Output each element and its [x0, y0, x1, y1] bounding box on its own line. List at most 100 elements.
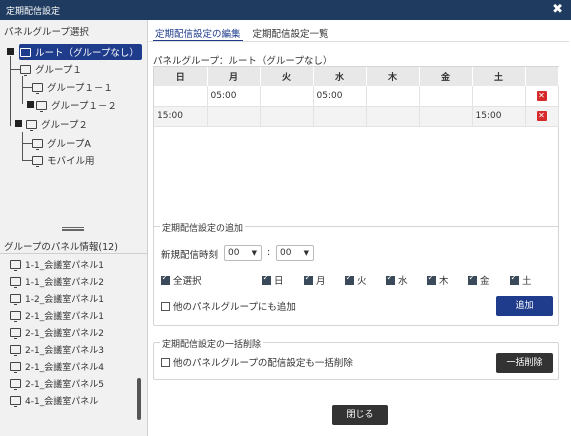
checkbox-fri[interactable]: 金 [468, 273, 490, 287]
list-item[interactable]: 4-1_会議室パネル [10, 392, 98, 408]
checkbox-empty-icon [161, 301, 170, 311]
check-icon [262, 273, 271, 285]
checkbox-mon[interactable]: 月 [304, 273, 326, 287]
panel-name: 1-1_会議室パネル2 [25, 277, 104, 288]
table-cell: 05:00 [207, 86, 261, 107]
minute-select[interactable]: 00 ▼ [276, 245, 314, 261]
col-header-sat: 土 [472, 67, 526, 86]
tree-item-group1-1[interactable]: グループ１－１ [32, 79, 113, 95]
add-schedule-section: 定期配信設定の追加 新規配信時刻 00 ▼ : 00 ▼ 全選択 日 月 火 水 木… [153, 221, 559, 326]
tree-item-group1-2[interactable]: グループ１－２ [36, 97, 117, 113]
panel-group-select-header: パネルグループ選択 [4, 27, 89, 38]
table-cell [419, 86, 473, 107]
checkbox-tue[interactable]: 火 [345, 273, 367, 287]
pane-splitter[interactable] [0, 226, 147, 233]
list-item[interactable]: 2-1_会議室パネル5 [10, 375, 104, 391]
panel-name: 1-1_会議室パネル1 [25, 260, 104, 271]
checkbox-label: 全選択 [173, 276, 202, 287]
tree-item-label: グループA [47, 139, 91, 150]
check-icon [468, 273, 477, 285]
list-item[interactable]: 1-1_会議室パネル1 [10, 256, 104, 272]
tab-list[interactable]: 定期配信設定一覧 [251, 24, 331, 42]
expand-toggle-group2[interactable] [15, 120, 22, 127]
table-row[interactable]: 05:00 05:00 ✕ [154, 86, 559, 107]
tree-line [10, 56, 11, 126]
hour-select[interactable]: 00 ▼ [224, 245, 262, 261]
monitor-icon [10, 378, 21, 390]
monitor-icon [10, 327, 21, 339]
right-pane: 定期配信設定の編集 定期配信設定一覧 パネルグループ：ルート（グループなし） 日… [149, 20, 571, 436]
tree-item-group1[interactable]: グループ１ [20, 61, 82, 77]
table-cell [154, 86, 208, 107]
checkbox-sat[interactable]: 土 [510, 273, 532, 287]
delete-other-groups-checkbox[interactable]: 他のパネルグループの配信設定も一括削除 [161, 355, 353, 369]
bulk-delete-button[interactable]: 一括削除 [496, 353, 553, 373]
panel-name: 2-1_会議室パネル2 [25, 328, 104, 339]
close-icon[interactable]: ✖ [552, 2, 563, 17]
monitor-icon [10, 310, 21, 322]
checkbox-label: 水 [398, 276, 408, 287]
tree-item-label: ルート（グループなし） [35, 48, 139, 59]
tree-line [22, 160, 32, 161]
tree-line [22, 143, 32, 144]
col-header-action [525, 67, 559, 86]
delete-icon[interactable]: ✕ [536, 90, 547, 101]
table-cell-action: ✕ [525, 106, 559, 127]
tree-item-label: グループ１－２ [51, 101, 117, 112]
tree-item-groupA[interactable]: グループA [32, 135, 91, 151]
tab-edit[interactable]: 定期配信設定の編集 [153, 24, 243, 42]
tree-item-label: グループ２ [41, 120, 88, 131]
add-button[interactable]: 追加 [496, 296, 553, 316]
monitor-icon [32, 155, 43, 167]
list-item[interactable]: 2-1_会議室パネル4 [10, 358, 104, 374]
minute-value: 00 [280, 248, 292, 258]
monitor-icon [36, 100, 47, 112]
group-panel-info-header: グループのパネル情報(12) [4, 242, 118, 253]
list-item[interactable]: 2-1_会議室パネル2 [10, 324, 104, 340]
list-item[interactable]: 1-1_会議室パネル2 [10, 273, 104, 289]
checkbox-label: 他のパネルグループの配信設定も一括削除 [173, 358, 353, 369]
monitor-icon [20, 47, 31, 59]
table-cell: 15:00 [472, 106, 526, 127]
tree-item-mobile[interactable]: モバイル用 [32, 152, 95, 168]
panel-name: 4-1_会議室パネル [25, 396, 99, 407]
dialog-title: 定期配信設定 [6, 7, 61, 17]
close-button[interactable]: 閉じる [332, 405, 388, 425]
col-header-tue: 火 [260, 67, 314, 86]
monitor-icon [10, 276, 21, 288]
left-pane: パネルグループ選択 ルート（グループなし） グループ１ グループ１－１ グループ… [0, 20, 148, 436]
tree-line [22, 87, 32, 88]
add-to-other-groups-checkbox[interactable]: 他のパネルグループにも追加 [161, 299, 296, 313]
tab-bar: 定期配信設定の編集 定期配信設定一覧 [153, 24, 339, 42]
list-item[interactable]: 2-1_会議室パネル1 [10, 307, 104, 323]
table-row[interactable]: 15:00 15:00 ✕ [154, 106, 559, 127]
tree-item-label: グループ１－１ [47, 83, 113, 94]
panel-name: 2-1_会議室パネル4 [25, 362, 104, 373]
checkbox-thu[interactable]: 木 [427, 273, 449, 287]
checkbox-sun[interactable]: 日 [262, 273, 284, 287]
table-cell [260, 86, 314, 107]
list-item[interactable]: 1-2_会議室パネル1 [10, 290, 104, 306]
checkbox-wed[interactable]: 水 [386, 273, 408, 287]
collapse-toggle-root[interactable] [7, 48, 14, 55]
tree-line [22, 132, 23, 160]
checkbox-label: 金 [480, 276, 490, 287]
check-icon [386, 273, 395, 285]
col-header-thu: 木 [366, 67, 420, 86]
add-section-legend: 定期配信設定の追加 [160, 221, 246, 234]
bulk-section-legend: 定期配信設定の一括削除 [160, 337, 264, 350]
checkbox-label: 他のパネルグループにも追加 [173, 302, 296, 313]
panel-list-scrollbar[interactable] [137, 378, 141, 420]
tree-item-label: モバイル用 [47, 156, 95, 167]
checkbox-label: 日 [274, 276, 284, 287]
list-item[interactable]: 2-1_会議室パネル3 [10, 341, 104, 357]
monitor-icon [10, 259, 21, 271]
monitor-icon [10, 344, 21, 356]
tree-item-group2[interactable]: グループ２ [26, 116, 88, 132]
delete-icon[interactable]: ✕ [536, 111, 547, 121]
tree-item-root[interactable]: ルート（グループなし） [19, 44, 142, 60]
select-all-checkbox[interactable]: 全選択 [161, 273, 202, 287]
col-header-fri: 金 [419, 67, 473, 86]
table-cell [313, 106, 367, 127]
expand-toggle-group1-2[interactable] [27, 101, 34, 108]
